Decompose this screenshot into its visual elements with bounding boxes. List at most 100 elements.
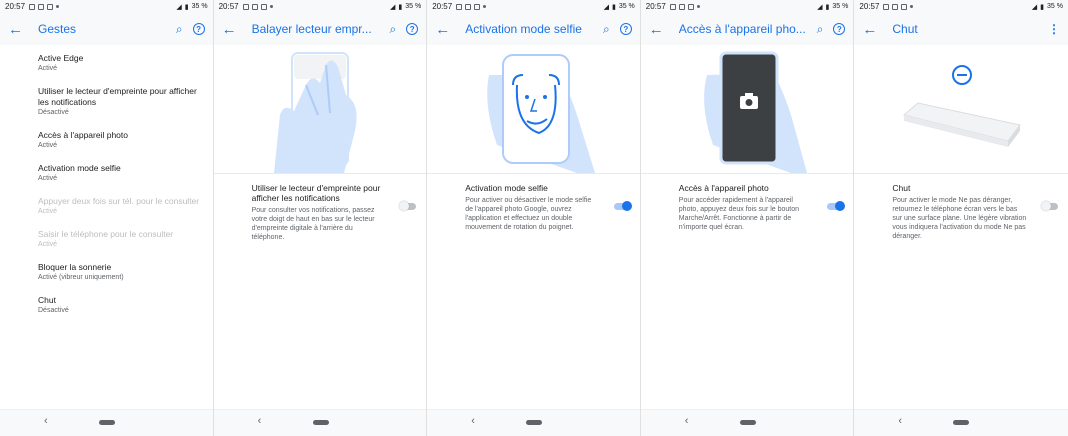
list-item: Saisir le téléphone pour le consulter Act… <box>38 229 203 249</box>
list-item[interactable]: Accès à l'appareil photo Activé <box>38 130 203 150</box>
list-item[interactable]: Activation mode selfie Activé <box>38 163 203 183</box>
nav-home-pill[interactable] <box>739 420 756 425</box>
setting-title: Utiliser le lecteur d'empreinte pour aff… <box>251 183 381 203</box>
item-status: Activé <box>38 241 58 248</box>
notification-icon <box>251 3 258 10</box>
setting-toggle[interactable] <box>827 201 846 211</box>
nav-bar: ‹ <box>427 409 640 436</box>
nav-back-icon[interactable]: ‹ <box>898 415 902 427</box>
setting-row[interactable]: Chut Pour activer le mode Ne pas dérange… <box>892 183 1058 241</box>
back-arrow-icon[interactable]: ← <box>862 21 880 38</box>
nav-home-pill[interactable] <box>312 420 329 425</box>
search-icon[interactable]: ⌕ <box>176 22 183 37</box>
app-bar: ← Balayer lecteur empr... ⌕ ? <box>213 13 427 45</box>
back-arrow-icon[interactable]: ← <box>435 21 453 38</box>
item-status: Désactivé <box>38 109 69 116</box>
item-title: Appuyer deux fois sur tél. pour le consu… <box>38 196 200 206</box>
app-bar: ← Accès à l'appareil pho... ⌕ ? <box>640 13 854 45</box>
app-bar: ← Chut ⋮ <box>854 13 1068 45</box>
notification-icon <box>260 3 267 10</box>
page-title: Gestes <box>38 22 77 36</box>
setting-toggle[interactable] <box>399 201 417 211</box>
search-icon[interactable]: ⌕ <box>817 22 824 37</box>
setting-row[interactable]: Utiliser le lecteur d'empreinte pour aff… <box>252 183 417 242</box>
list-item[interactable]: Utiliser le lecteur d'empreinte pour aff… <box>38 86 203 117</box>
nav-home-pill[interactable] <box>953 420 970 425</box>
notification-icon <box>465 3 472 10</box>
list-item: Appuyer deux fois sur tél. pour le consu… <box>38 196 203 216</box>
notification-dot-icon <box>56 5 60 8</box>
hand-phone-face-illustration <box>487 54 596 173</box>
item-title: Active Edge <box>38 53 84 63</box>
notification-dot-icon <box>696 5 700 8</box>
notification-icon <box>242 3 249 10</box>
setting-toggle[interactable] <box>1040 201 1058 211</box>
back-arrow-icon[interactable]: ← <box>222 21 240 38</box>
nav-home-pill[interactable] <box>99 420 115 425</box>
help-icon[interactable]: ? <box>406 23 419 35</box>
notification-dot-icon <box>269 5 273 8</box>
item-title: Utiliser le lecteur d'empreinte pour aff… <box>38 86 197 107</box>
battery-icon: ▮ <box>184 3 189 11</box>
item-status: Activé <box>38 65 58 72</box>
setting-toggle[interactable] <box>613 201 632 211</box>
notification-icon <box>29 3 36 10</box>
list-item[interactable]: Active Edge Activé <box>38 53 203 73</box>
battery-icon: ▮ <box>825 3 830 11</box>
battery-icon: ▮ <box>611 3 616 11</box>
nav-bar: ‹ <box>640 409 854 436</box>
signal-icon: ◢ <box>1031 3 1038 11</box>
phone-face-down-illustration <box>903 65 1022 147</box>
nav-home-pill[interactable] <box>526 420 543 425</box>
notification-dot-icon <box>483 5 487 8</box>
search-icon[interactable]: ⌕ <box>603 22 610 37</box>
more-vert-icon[interactable]: ⋮ <box>1048 22 1060 36</box>
setting-description: Pour accéder rapidement à l'appareil pho… <box>678 197 800 231</box>
battery-level: 35 % <box>618 3 635 10</box>
screen-chut: 20:57 ◢ ▮ 35 % ← Chut ⋮ Chut Pour activer … <box>854 0 1068 436</box>
search-icon[interactable]: ⌕ <box>389 22 396 37</box>
status-time: 20:57 <box>432 2 453 11</box>
nav-back-icon[interactable]: ‹ <box>471 415 475 427</box>
item-title: Chut <box>38 295 56 305</box>
setting-title: Chut <box>892 183 911 193</box>
back-arrow-icon[interactable]: ← <box>8 21 26 38</box>
setting-row[interactable]: Activation mode selfie Pour activer ou d… <box>465 183 632 232</box>
nav-back-icon[interactable]: ‹ <box>685 415 689 427</box>
setting-row[interactable]: Accès à l'appareil photo Pour accéder ra… <box>678 183 846 232</box>
help-icon[interactable]: ? <box>619 23 632 35</box>
signal-icon: ◢ <box>603 3 609 11</box>
screen-gestes: 20:57 ◢ ▮ 35 % ← Gestes ⌕ ? Active Edge Act… <box>0 0 214 436</box>
notification-icon <box>456 3 463 10</box>
battery-level: 35 % <box>405 3 422 10</box>
gestures-list: Active Edge Activé Utiliser le lecteur d'… <box>38 53 203 328</box>
nav-back-icon[interactable]: ‹ <box>44 415 48 427</box>
battery-level: 35 % <box>1047 3 1063 10</box>
item-status: Activé (vibreur uniquement) <box>38 274 124 281</box>
status-bar: 20:57 ◢ ▮ 35 % <box>854 0 1068 13</box>
notification-dot-icon <box>910 5 914 8</box>
status-time: 20:57 <box>218 2 239 11</box>
item-status: Activé <box>38 175 58 182</box>
setting-description: Pour activer le mode Ne pas déranger, re… <box>892 197 1027 240</box>
setting-title: Activation mode selfie <box>465 183 548 193</box>
screen-camera-access: 20:57 ◢ ▮ 35 % ← Accès à l'appareil pho...… <box>640 0 855 436</box>
nav-back-icon[interactable]: ‹ <box>258 415 262 427</box>
list-item[interactable]: Bloquer la sonnerie Activé (vibreur uniqu… <box>38 262 203 282</box>
list-item[interactable]: Chut Désactivé <box>38 295 203 315</box>
status-time: 20:57 <box>859 2 880 11</box>
fingerprint-illustration <box>213 45 427 173</box>
help-icon[interactable]: ? <box>192 23 205 35</box>
help-icon[interactable]: ? <box>833 23 846 35</box>
signal-icon: ◢ <box>176 3 182 11</box>
screen-fingerprint-swipe: 20:57 ◢ ▮ 35 % ← Balayer lecteur empr... ⌕… <box>213 0 428 436</box>
back-arrow-icon[interactable]: ← <box>649 21 667 38</box>
hand-swipe-illustration <box>273 52 357 173</box>
item-title: Accès à l'appareil photo <box>38 130 128 140</box>
app-bar: ← Activation mode selfie ⌕ ? <box>427 13 640 45</box>
page-title: Activation mode selfie <box>465 22 582 36</box>
status-bar: 20:57 ◢ ▮ 35 % <box>427 0 640 13</box>
nav-bar: ‹ <box>0 409 213 436</box>
battery-icon: ▮ <box>1040 3 1044 11</box>
item-title: Bloquer la sonnerie <box>38 262 112 272</box>
